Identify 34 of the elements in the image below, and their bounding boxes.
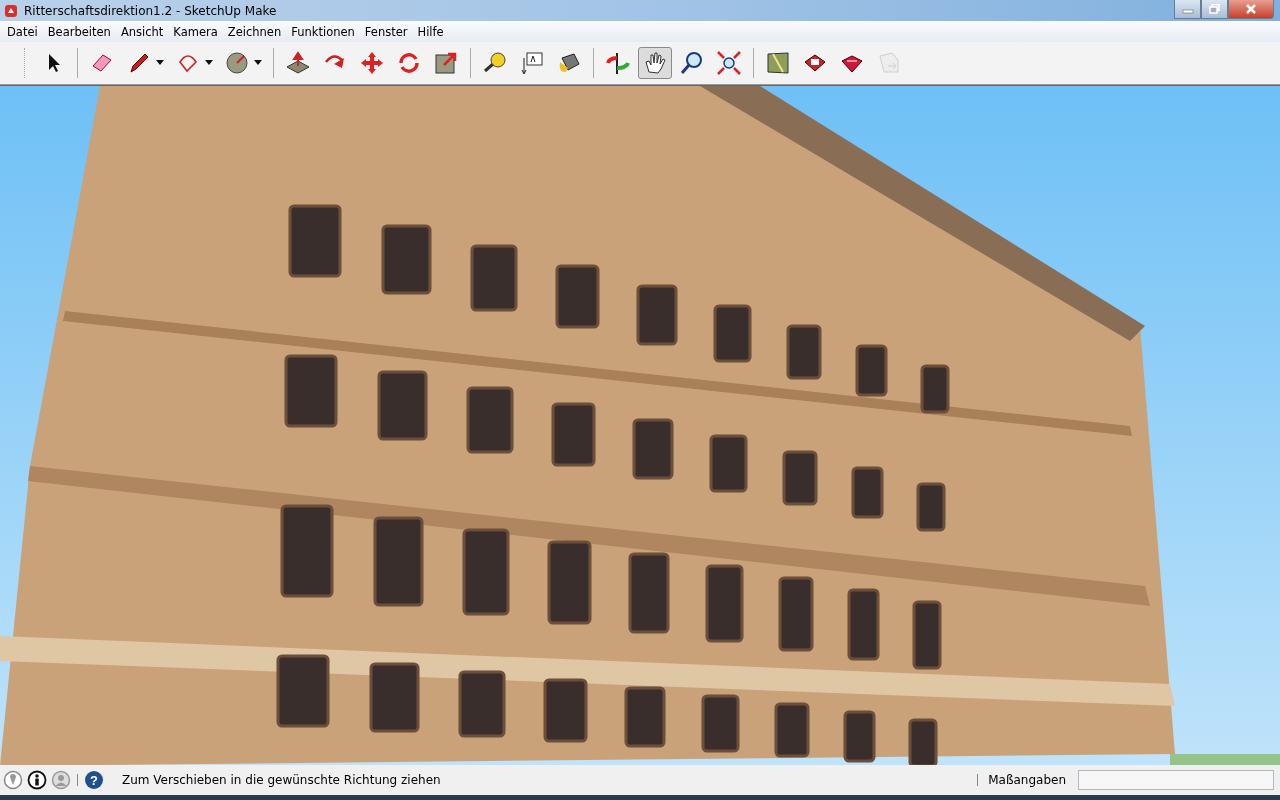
circle-icon: [224, 50, 250, 76]
menu-item[interactable]: Funktionen: [286, 24, 360, 39]
menu-item[interactable]: Fenster: [359, 24, 413, 39]
measurements-label: Maßangaben: [988, 773, 1066, 787]
measurements-field[interactable]: [1078, 770, 1274, 790]
status-hint: Zum Verschieben in die gewünschte Richtung ziehen: [122, 773, 441, 787]
help-icon[interactable]: ?: [84, 770, 104, 790]
scale-icon: [433, 50, 459, 76]
window-title: Ritterschaftsdirektion1.2 - SketchUp Make: [24, 3, 277, 18]
menu-item[interactable]: Ansicht: [115, 24, 169, 39]
minimize-button[interactable]: [1174, 0, 1201, 19]
rotate-icon: [396, 50, 422, 76]
zoom-extents-icon: [716, 50, 742, 76]
search-icon: [679, 50, 705, 76]
push-pull-icon: [285, 50, 311, 76]
text-label-icon: [519, 50, 545, 76]
close-button[interactable]: [1228, 0, 1274, 19]
caret-icon: [205, 60, 213, 66]
restore-button[interactable]: [1201, 0, 1228, 19]
caret-icon: [254, 60, 262, 66]
hand-icon: [642, 50, 668, 76]
export-icon: [876, 50, 902, 76]
menu-item[interactable]: Zeichnen: [222, 24, 287, 39]
move-icon: [359, 50, 385, 76]
menu-item[interactable]: Datei: [2, 24, 43, 39]
map-icon: [765, 50, 791, 76]
close-icon: [1244, 4, 1258, 14]
menu-item[interactable]: Bearbeiten: [42, 24, 116, 39]
app-logo-icon: [4, 3, 18, 18]
restore-icon: [1208, 4, 1221, 14]
menu-item[interactable]: Kamera: [168, 24, 223, 39]
menu-item[interactable]: Hilfe: [412, 24, 449, 39]
tool-button[interactable]: [638, 47, 672, 79]
caret-icon: [156, 60, 164, 66]
